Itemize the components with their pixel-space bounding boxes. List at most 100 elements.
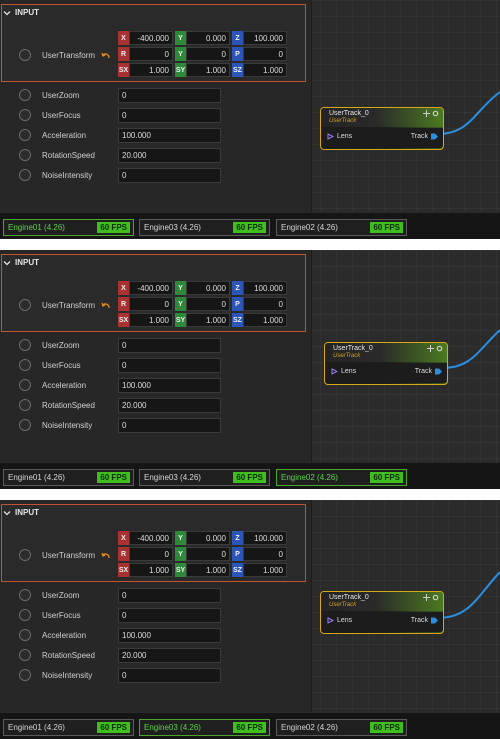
- section-header[interactable]: INPUT: [3, 6, 39, 19]
- move-icon[interactable]: [423, 594, 430, 601]
- lens-pin[interactable]: Lens: [327, 617, 352, 624]
- node-subtitle: UserTrack: [329, 118, 357, 124]
- transform-field[interactable]: 0: [129, 547, 173, 561]
- rotation-speed-field[interactable]: 20.000: [118, 398, 221, 413]
- property-radio[interactable]: [19, 149, 31, 161]
- transform-field[interactable]: 0: [186, 547, 230, 561]
- acceleration-field[interactable]: 100.000: [118, 128, 221, 143]
- transform-field[interactable]: 0: [186, 47, 230, 61]
- move-icon[interactable]: [423, 110, 430, 117]
- gear-icon[interactable]: [432, 110, 439, 117]
- transform-field[interactable]: 0: [243, 547, 287, 561]
- transform-field[interactable]: 100.000: [243, 31, 287, 45]
- user-zoom-field[interactable]: 0: [118, 338, 221, 353]
- noise-intensity-label: NoiseIntensity: [42, 171, 93, 180]
- acceleration-field[interactable]: 100.000: [118, 378, 221, 393]
- property-radio[interactable]: [19, 169, 31, 181]
- user-track-node[interactable]: UserTrack_0 UserTrack Lens Track: [324, 342, 448, 385]
- reset-arrow-icon[interactable]: [101, 52, 110, 60]
- acceleration-field[interactable]: 100.000: [118, 628, 221, 643]
- engine-tab[interactable]: Engine03 (4.26) 60 FPS: [139, 719, 270, 736]
- transform-field[interactable]: -400.000: [129, 531, 173, 545]
- engine-tab[interactable]: Engine01 (4.26) 60 FPS: [3, 719, 134, 736]
- transform-field[interactable]: 1.000: [243, 313, 287, 327]
- lens-pin[interactable]: Lens: [331, 368, 356, 375]
- property-radio[interactable]: [19, 379, 31, 391]
- gear-icon[interactable]: [436, 345, 443, 352]
- property-radio[interactable]: [19, 629, 31, 641]
- user-focus-field[interactable]: 0: [118, 608, 221, 623]
- user-focus-field[interactable]: 0: [118, 108, 221, 123]
- move-icon[interactable]: [427, 345, 434, 352]
- axis-tag: Y: [175, 547, 186, 561]
- engine-tab[interactable]: Engine03 (4.26) 60 FPS: [139, 469, 270, 486]
- property-radio[interactable]: [19, 669, 31, 681]
- property-radio[interactable]: [19, 589, 31, 601]
- engine-tab[interactable]: Engine02 (4.26) 60 FPS: [276, 219, 407, 236]
- property-radio[interactable]: [19, 129, 31, 141]
- engine-tab[interactable]: Engine01 (4.26) 60 FPS: [3, 469, 134, 486]
- transform-field[interactable]: 1.000: [243, 563, 287, 577]
- transform-field[interactable]: 0: [243, 297, 287, 311]
- transform-field[interactable]: 1.000: [129, 313, 173, 327]
- section-header[interactable]: INPUT: [3, 256, 39, 269]
- property-radio[interactable]: [19, 109, 31, 121]
- transform-field[interactable]: 0.000: [186, 281, 230, 295]
- user-track-node[interactable]: UserTrack_0 UserTrack Lens Track: [320, 591, 444, 634]
- transform-field[interactable]: 100.000: [243, 531, 287, 545]
- engine-tab[interactable]: Engine02 (4.26) 60 FPS: [276, 719, 407, 736]
- property-radio[interactable]: [19, 649, 31, 661]
- rotation-speed-field[interactable]: 20.000: [118, 648, 221, 663]
- transform-field[interactable]: -400.000: [129, 281, 173, 295]
- user-focus-field[interactable]: 0: [118, 358, 221, 373]
- track-pin[interactable]: Track: [411, 617, 438, 624]
- property-radio[interactable]: [19, 339, 31, 351]
- property-radio[interactable]: [19, 419, 31, 431]
- engine-name: Engine01 (4.26): [8, 223, 65, 232]
- transform-field[interactable]: 1.000: [186, 563, 230, 577]
- reset-arrow-icon[interactable]: [101, 302, 110, 310]
- property-radio[interactable]: [19, 89, 31, 101]
- transform-field[interactable]: 1.000: [186, 63, 230, 77]
- transform-radio[interactable]: [19, 49, 31, 61]
- transform-field[interactable]: 1.000: [129, 63, 173, 77]
- rotation-speed-field[interactable]: 20.000: [118, 148, 221, 163]
- gear-icon[interactable]: [432, 594, 439, 601]
- transform-field[interactable]: 1.000: [243, 63, 287, 77]
- transform-field[interactable]: 100.000: [243, 281, 287, 295]
- track-pin[interactable]: Track: [411, 133, 438, 140]
- noise-intensity-field[interactable]: 0: [118, 668, 221, 683]
- transform-radio[interactable]: [19, 549, 31, 561]
- transform-field[interactable]: 0: [243, 47, 287, 61]
- transform-field[interactable]: 0: [129, 47, 173, 61]
- reset-arrow-icon[interactable]: [101, 552, 110, 560]
- user-zoom-field[interactable]: 0: [118, 588, 221, 603]
- lens-pin[interactable]: Lens: [327, 133, 352, 140]
- user-zoom-field[interactable]: 0: [118, 88, 221, 103]
- axis-tag: Z: [232, 531, 243, 545]
- property-radio[interactable]: [19, 609, 31, 621]
- axis-tag: Z: [232, 281, 243, 295]
- transform-field[interactable]: 0.000: [186, 531, 230, 545]
- transform-field[interactable]: 1.000: [186, 313, 230, 327]
- engine-tab[interactable]: Engine01 (4.26) 60 FPS: [3, 219, 134, 236]
- transform-field[interactable]: 0: [129, 297, 173, 311]
- property-radio[interactable]: [19, 399, 31, 411]
- transform-field[interactable]: 0.000: [186, 31, 230, 45]
- property-radio[interactable]: [19, 359, 31, 371]
- noise-intensity-field[interactable]: 0: [118, 418, 221, 433]
- fps-badge: 60 FPS: [233, 472, 266, 483]
- axis-tag: SX: [118, 563, 129, 577]
- transform-field[interactable]: 1.000: [129, 563, 173, 577]
- noise-intensity-field[interactable]: 0: [118, 168, 221, 183]
- section-header[interactable]: INPUT: [3, 506, 39, 519]
- transform-field[interactable]: -400.000: [129, 31, 173, 45]
- transform-row-location: X -400.000 Y 0.000 Z 100.000: [118, 281, 287, 295]
- axis-tag: Y: [175, 297, 186, 311]
- transform-radio[interactable]: [19, 299, 31, 311]
- engine-tab[interactable]: Engine03 (4.26) 60 FPS: [139, 219, 270, 236]
- engine-tab[interactable]: Engine02 (4.26) 60 FPS: [276, 469, 407, 486]
- track-pin[interactable]: Track: [415, 368, 442, 375]
- user-track-node[interactable]: UserTrack_0 UserTrack Lens Track: [320, 107, 444, 150]
- transform-field[interactable]: 0: [186, 297, 230, 311]
